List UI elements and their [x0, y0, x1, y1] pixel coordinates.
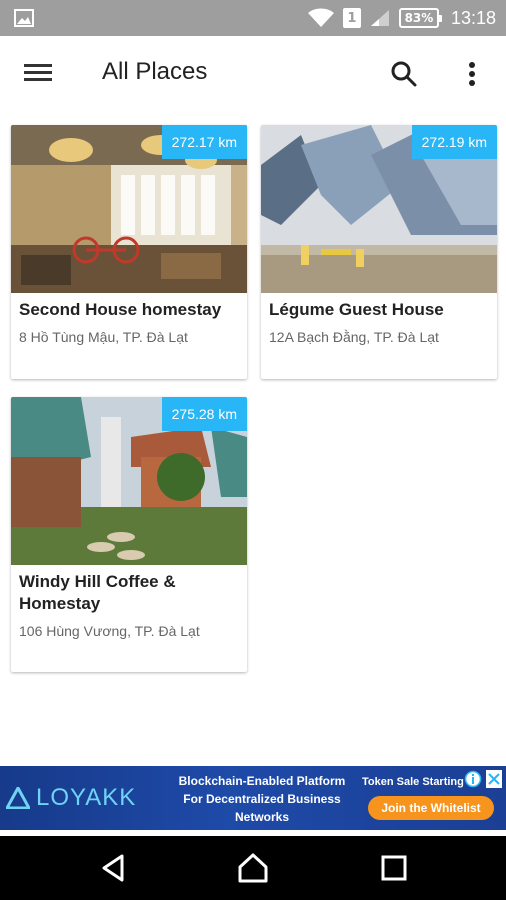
image-notification-icon — [14, 9, 34, 27]
ad-sale-text: Token Sale Starting — [362, 776, 464, 788]
place-card[interactable]: 272.19 km Légume Guest House 12A Bạch Đằ… — [261, 125, 497, 379]
home-icon[interactable] — [237, 852, 269, 884]
place-address: 12A Bạch Đằng, TP. Đà Lạt — [269, 329, 439, 345]
status-time: 13:18 — [450, 7, 496, 28]
app-bar: All Places — [0, 36, 506, 110]
back-icon[interactable] — [98, 852, 130, 884]
place-name: Windy Hill Coffee & Homestay — [19, 572, 176, 613]
wifi-icon — [307, 8, 334, 27]
ad-banner[interactable]: LOYAKK Blockchain-Enabled Platform For D… — [0, 766, 506, 830]
ad-close-icon[interactable] — [486, 770, 502, 788]
loyakk-logo-icon — [6, 787, 30, 809]
distance-badge: 275.28 km — [161, 397, 247, 431]
navigation-bar — [0, 836, 506, 900]
recent-apps-icon[interactable] — [378, 852, 410, 884]
ad-info-icon[interactable] — [464, 770, 482, 788]
place-address: 106 Hùng Vương, TP. Đà Lạt — [19, 623, 200, 639]
sim-icon: 1 — [342, 8, 361, 28]
search-icon[interactable] — [388, 58, 420, 90]
place-photo: 275.28 km — [11, 397, 247, 565]
place-address: 8 Hồ Tùng Mậu, TP. Đà Lạt — [19, 329, 188, 345]
ad-brand: LOYAKK — [36, 784, 137, 811]
battery-indicator: 83% — [398, 8, 442, 28]
place-name: Légume Guest House — [269, 300, 444, 319]
status-bar: 1 83% 13:18 — [0, 0, 506, 36]
ad-logo: LOYAKK — [6, 784, 136, 812]
screen: 1 83% 13:18 All Places 272.17 km Second … — [0, 0, 506, 900]
place-photo: 272.19 km — [261, 125, 497, 293]
distance-badge: 272.17 km — [161, 125, 247, 159]
place-name: Second House homestay — [19, 300, 222, 319]
menu-icon[interactable] — [24, 60, 56, 86]
ad-headline: Blockchain-Enabled Platform For Decentra… — [178, 774, 346, 824]
signal-icon — [370, 10, 389, 26]
place-card[interactable]: 275.28 km Windy Hill Coffee & Homestay 1… — [11, 397, 247, 672]
page-title: All Places — [102, 58, 208, 85]
more-options-icon[interactable] — [460, 58, 484, 90]
place-photo: 272.17 km — [11, 125, 247, 293]
ad-cta-button[interactable]: Join the Whitelist — [368, 796, 494, 820]
distance-badge: 272.19 km — [411, 125, 497, 159]
place-card[interactable]: 272.17 km Second House homestay 8 Hồ Tùn… — [11, 125, 247, 379]
